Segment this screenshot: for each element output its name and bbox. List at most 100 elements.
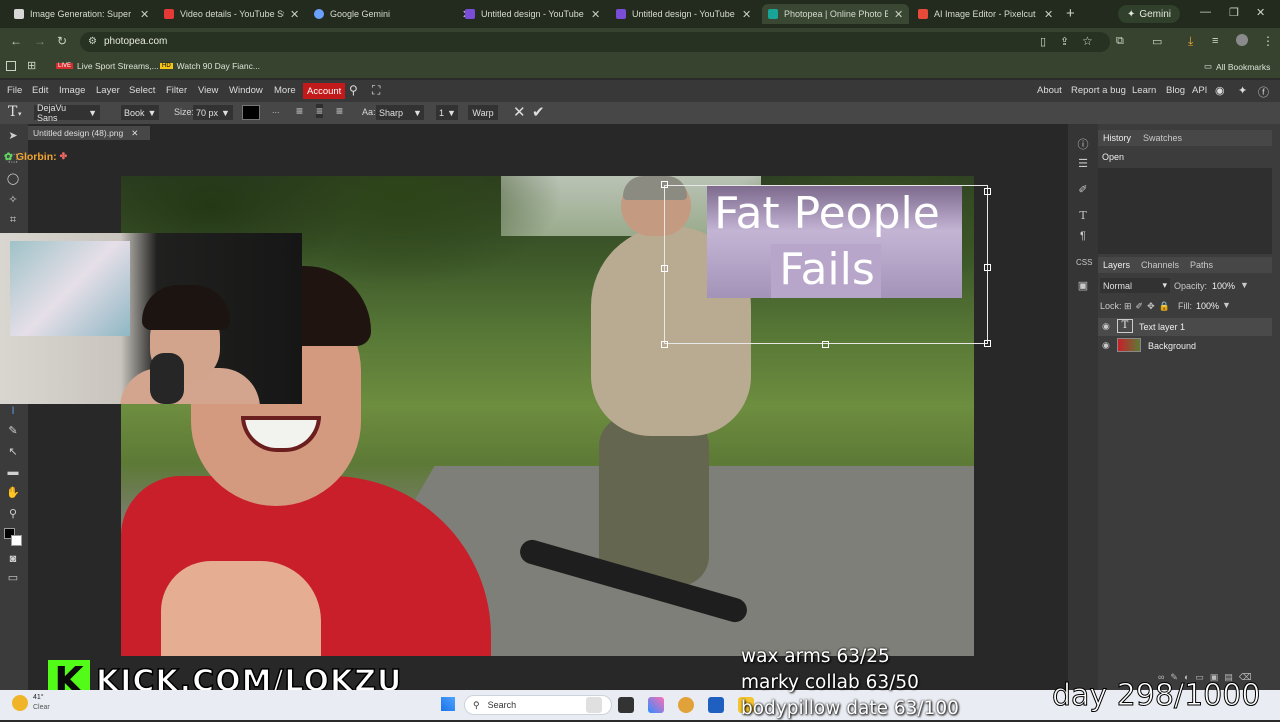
- transform-bounding-box[interactable]: [664, 185, 988, 344]
- search-icon[interactable]: ⚲: [349, 83, 358, 97]
- media-icon[interactable]: ≡: [1212, 35, 1218, 47]
- move-tool-icon[interactable]: ➤: [6, 130, 20, 142]
- close-tab-icon[interactable]: ✕: [140, 8, 149, 21]
- history-item[interactable]: Open: [1102, 152, 1124, 162]
- weather-icon[interactable]: [12, 695, 28, 711]
- bookmark-star-icon[interactable]: ☆: [1082, 34, 1093, 48]
- menu-window[interactable]: Window: [229, 85, 263, 96]
- transform-handle[interactable]: [984, 264, 991, 271]
- menu-filter[interactable]: Filter: [166, 85, 187, 96]
- align-right-icon[interactable]: ≡: [336, 104, 343, 118]
- eye-icon[interactable]: ◉: [1102, 321, 1110, 332]
- transform-handle[interactable]: [661, 181, 668, 188]
- chevron-down-icon[interactable]: ▼: [1240, 280, 1249, 290]
- transform-handle[interactable]: [984, 188, 991, 195]
- menu-report-bug[interactable]: Report a bug: [1071, 85, 1126, 96]
- cancel-icon[interactable]: ✕: [513, 103, 526, 121]
- browser-tab[interactable]: AI Image Editor - Pixelcut ✕: [918, 4, 1053, 24]
- apps-grid-icon[interactable]: ⊞: [27, 59, 36, 72]
- browser-tab[interactable]: Image Generation: Super Fat✕: [14, 4, 149, 24]
- path-select-icon[interactable]: ↖: [6, 446, 20, 458]
- more-options-icon[interactable]: ...: [272, 105, 280, 115]
- extensions-icon[interactable]: ⧉: [1116, 35, 1124, 48]
- chevron-down-icon[interactable]: ▼: [1222, 300, 1231, 310]
- browser-tab[interactable]: Video details - YouTube Studi✕: [164, 4, 299, 24]
- tab-channels[interactable]: Channels: [1141, 260, 1179, 270]
- taskbar-app-icon[interactable]: [586, 697, 602, 713]
- menu-layer[interactable]: Layer: [96, 85, 120, 96]
- restore-icon[interactable]: ❐: [1229, 6, 1239, 19]
- bookmark-item[interactable]: HD Watch 90 Day Fianc...: [160, 61, 260, 71]
- task-view-icon[interactable]: [618, 697, 634, 713]
- tab-swatches[interactable]: Swatches: [1143, 133, 1182, 143]
- opacity-value[interactable]: 100%: [1212, 281, 1235, 291]
- bookmark-item[interactable]: LIVE Live Sport Streams,...: [56, 61, 159, 71]
- share-icon[interactable]: ⇪: [1060, 35, 1069, 48]
- zoom-tool-icon[interactable]: ⚲: [6, 508, 20, 520]
- windows-start-icon[interactable]: [441, 697, 455, 711]
- browser-tab[interactable]: Untitled design - YouTube Th✕: [465, 4, 600, 24]
- magic-wand-icon[interactable]: ✧: [6, 194, 20, 206]
- menu-image[interactable]: Image: [59, 85, 85, 96]
- layer-name[interactable]: Background: [1148, 341, 1196, 351]
- character-icon[interactable]: T: [1076, 209, 1090, 223]
- close-window-icon[interactable]: ✕: [1256, 6, 1265, 19]
- menu-api[interactable]: API: [1192, 85, 1207, 96]
- close-tab-icon[interactable]: ✕: [290, 8, 299, 21]
- menu-view[interactable]: View: [198, 85, 218, 96]
- twitter-icon[interactable]: ✦: [1238, 84, 1247, 97]
- fill-value[interactable]: 100%: [1196, 301, 1219, 311]
- text-tool-icon[interactable]: T: [8, 104, 17, 120]
- close-document-icon[interactable]: ✕: [131, 128, 138, 139]
- lasso-tool-icon[interactable]: ◯: [6, 173, 20, 185]
- new-tab-button[interactable]: +: [1066, 5, 1075, 22]
- all-bookmarks[interactable]: ▭ All Bookmarks: [1204, 61, 1270, 72]
- commit-check-icon[interactable]: ✔: [532, 103, 545, 121]
- layer-name[interactable]: Text layer 1: [1139, 322, 1185, 332]
- font-weight-select[interactable]: Book ▼: [121, 105, 159, 120]
- css-icon[interactable]: CSS: [1076, 258, 1092, 272]
- crop-tool-icon[interactable]: ⌗: [6, 214, 20, 226]
- text-color-swatch[interactable]: [242, 105, 260, 120]
- menu-learn[interactable]: Learn: [1132, 85, 1156, 96]
- browser-menu-icon[interactable]: ⋮: [1262, 34, 1274, 48]
- type-tool-icon[interactable]: I: [6, 405, 20, 417]
- forward-icon[interactable]: →: [34, 34, 46, 48]
- tab-paths[interactable]: Paths: [1190, 260, 1213, 270]
- antialias-select[interactable]: Sharp ▼: [376, 105, 424, 120]
- gemini-button[interactable]: ✦ Gemini: [1118, 5, 1180, 23]
- line-select[interactable]: 1 ▼: [436, 105, 458, 120]
- eye-icon[interactable]: ◉: [1102, 340, 1110, 351]
- close-tab-icon[interactable]: ✕: [742, 8, 751, 21]
- minimize-icon[interactable]: —: [1200, 6, 1211, 18]
- document-tab[interactable]: Untitled design (48).png ✕: [28, 126, 150, 140]
- info-icon[interactable]: ⓘ: [1076, 136, 1090, 151]
- chrome-icon[interactable]: [678, 697, 694, 713]
- back-icon[interactable]: ←: [10, 34, 22, 48]
- paragraph-icon[interactable]: ¶: [1076, 230, 1090, 244]
- address-bar[interactable]: [80, 32, 1110, 52]
- close-tab-icon[interactable]: ✕: [591, 8, 600, 21]
- transform-handle[interactable]: [984, 340, 991, 347]
- lock-icons[interactable]: ⊞✐✥🔒: [1124, 301, 1174, 312]
- hand-tool-icon[interactable]: ✋: [6, 487, 20, 499]
- font-family-select[interactable]: DejaVu Sans ▼: [34, 103, 100, 123]
- transform-handle[interactable]: [661, 265, 668, 272]
- tab-layers[interactable]: Layers: [1103, 260, 1130, 270]
- close-tab-icon[interactable]: ✕: [1044, 8, 1053, 21]
- taskbar-app-icon[interactable]: [708, 697, 724, 713]
- menu-select[interactable]: Select: [129, 85, 155, 96]
- image-icon[interactable]: ▣: [1076, 279, 1090, 293]
- tab-history[interactable]: History: [1103, 133, 1131, 143]
- align-left-icon[interactable]: ≡: [296, 104, 303, 118]
- browser-tab[interactable]: Google Gemini✕: [314, 4, 471, 24]
- quick-mask-icon[interactable]: ◙: [6, 553, 20, 565]
- adjustments-icon[interactable]: ☰: [1076, 157, 1090, 171]
- sidebar-toggle-icon[interactable]: [6, 61, 16, 71]
- menu-more[interactable]: More: [274, 85, 296, 96]
- reload-icon[interactable]: ↻: [57, 34, 67, 48]
- url-text[interactable]: photopea.com: [104, 36, 167, 47]
- browser-tab[interactable]: Untitled design - YouTube Th✕: [616, 4, 751, 24]
- blend-mode-select[interactable]: Normal ▾: [1100, 278, 1170, 293]
- transform-handle[interactable]: [661, 341, 668, 348]
